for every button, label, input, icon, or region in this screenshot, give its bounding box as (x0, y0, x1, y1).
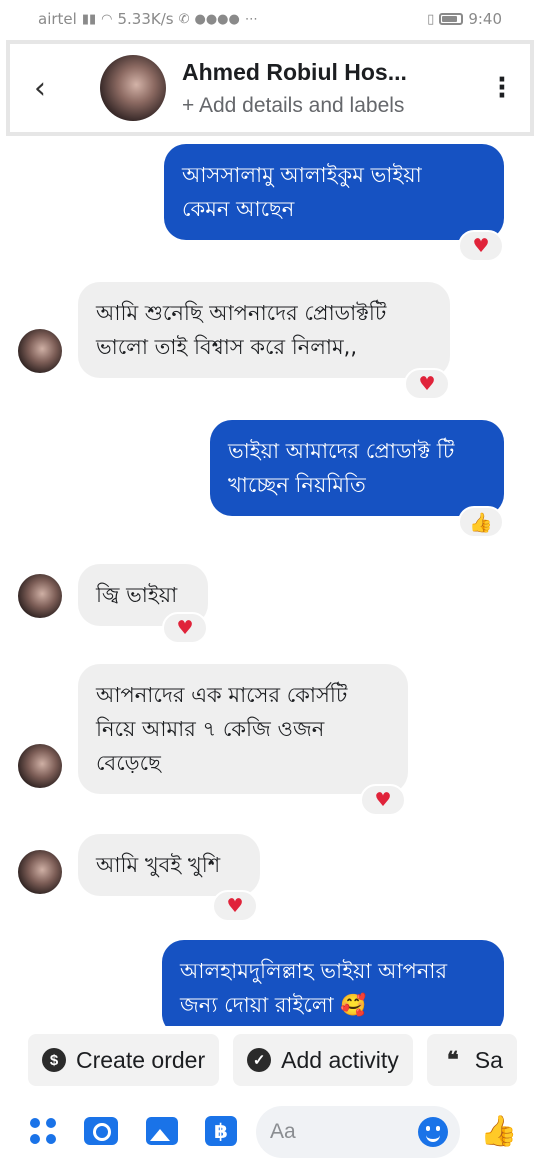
reaction-badge[interactable]: ♥ (162, 612, 208, 644)
status-left: airtel ▮▮ ◠ 5.33K/s ✆ ●●●● ⋯ (38, 10, 258, 28)
heart-icon: ♥ (176, 617, 194, 639)
network-speed: 5.33K/s (117, 10, 174, 28)
vibrate-icon: ▯ (427, 11, 435, 27)
thumbs-up-icon: 👍 (469, 511, 493, 534)
message-line: আপনাদের এক মাসের কোর্সটি (96, 683, 348, 707)
action-chips: $ Create order ✓ Add activity ❝ Sa (0, 1030, 540, 1090)
chat-bubbles-icon: ❝ (446, 1047, 459, 1072)
status-time: 9:40 (468, 10, 502, 28)
message-incoming[interactable]: আমি শুনেছি আপনাদের প্রোডাক্টটি ভালো তাই … (78, 282, 450, 378)
emoji-icon[interactable] (418, 1117, 448, 1147)
message-bubble[interactable]: ভাইয়া আমাদের প্রোডাক্ট টি খাচ্ছেন নিয়ম… (210, 420, 504, 516)
message-line: কেমন আছেন (182, 197, 295, 221)
message-input[interactable]: Aa (256, 1106, 460, 1158)
message-line: জ্বি ভাইয়া (96, 583, 178, 607)
thumbs-up-icon: 👍 (480, 1113, 518, 1149)
reaction-badge[interactable]: ♥ (458, 230, 504, 262)
reaction-badge[interactable]: ♥ (404, 368, 450, 400)
image-icon (146, 1117, 178, 1145)
sender-avatar[interactable] (18, 329, 62, 373)
more-vertical-icon: · · · (497, 65, 507, 111)
add-details-link[interactable]: + Add details and labels (182, 94, 407, 118)
more-options-button[interactable]: · · · (496, 67, 508, 109)
message-list[interactable]: আসসালামু আলাইকুম ভাইয়া কেমন আছেন ♥ আমি … (0, 136, 540, 1026)
reaction-badge[interactable]: ♥ (360, 784, 406, 816)
heart-icon: ♥ (472, 235, 490, 257)
message-line: আমি খুবই খুশি (96, 853, 221, 877)
message-line: আসসালামু আলাইকুম ভাইয়া (182, 163, 422, 187)
message-line: ভালো তাই বিশ্বাস করে নিলাম,, (96, 335, 358, 359)
message-line: বেড়েছে (96, 751, 161, 775)
wifi-icon: ◠ (101, 11, 113, 27)
notification-icons: ●●●● (194, 11, 240, 27)
contact-name: Ahmed Robiul Hos... (182, 58, 407, 85)
message-bubble[interactable]: আসসালামু আলাইকুম ভাইয়া কেমন আছেন (164, 144, 504, 240)
back-button[interactable]: ‹ (10, 44, 70, 132)
message-outgoing[interactable]: আলহামদুলিল্লাহ ভাইয়া আপনার জন্য দোয়া র… (162, 940, 504, 1026)
create-order-label: Create order (76, 1046, 206, 1073)
contact-info[interactable]: Ahmed Robiul Hos... + Add details and la… (182, 59, 407, 118)
message-line: ভাইয়া আমাদের প্রোডাক্ট টি (228, 439, 455, 463)
create-order-button[interactable]: $ Create order (28, 1034, 220, 1086)
camera-button[interactable] (84, 1114, 118, 1148)
like-button[interactable]: 👍 (480, 1113, 518, 1149)
chat-header: ‹ Ahmed Robiul Hos... + Add details and … (6, 40, 534, 136)
message-line: আলহামদুলিল্লাহ ভাইয়া আপনার (180, 959, 448, 983)
message-line: খাচ্ছেন নিয়মিতি (228, 473, 366, 497)
reaction-badge[interactable]: 👍 (458, 506, 504, 538)
save-reply-button[interactable]: ❝ Sa (426, 1034, 517, 1086)
message-line: জন্য দোয়া রাইলো 🥰 (180, 993, 367, 1017)
sender-avatar[interactable] (18, 574, 62, 618)
message-bubble[interactable]: আলহামদুলিল্লাহ ভাইয়া আপনার জন্য দোয়া র… (162, 940, 504, 1026)
camera-icon (84, 1117, 118, 1145)
message-bubble[interactable]: আপনাদের এক মাসের কোর্সটি নিয়ে আমার ৭ কে… (78, 664, 408, 794)
message-composer: ฿ Aa 👍 (0, 1100, 540, 1164)
check-circle-icon: ✓ (247, 1048, 272, 1072)
message-incoming[interactable]: আপনাদের এক মাসের কোর্সটি নিয়ে আমার ৭ কে… (78, 664, 408, 794)
save-reply-label: Sa (474, 1046, 503, 1073)
message-line: নিয়ে আমার ৭ কেজি ওজন (96, 717, 325, 741)
dollar-icon: $ (42, 1048, 66, 1072)
chevron-left-icon: ‹ (34, 70, 46, 106)
heart-icon: ♥ (374, 789, 392, 811)
reaction-badge[interactable]: ♥ (212, 890, 258, 922)
message-bubble[interactable]: আমি শুনেছি আপনাদের প্রোডাক্টটি ভালো তাই … (78, 282, 450, 378)
message-line: আমি শুনেছি আপনাদের প্রোডাক্টটি (96, 301, 387, 325)
status-right: ▯ 9:40 (427, 10, 502, 28)
add-activity-label: Add activity (281, 1046, 399, 1073)
contact-avatar[interactable] (100, 55, 166, 121)
message-incoming[interactable]: আমি খুবই খুশি (78, 834, 260, 896)
gallery-button[interactable] (145, 1114, 179, 1148)
payment-icon: ฿ (205, 1116, 237, 1146)
message-placeholder: Aa (270, 1120, 296, 1143)
call-icon: ✆ (178, 11, 190, 27)
add-activity-button[interactable]: ✓ Add activity (233, 1034, 413, 1086)
more-notifications-icon: ⋯ (244, 11, 258, 27)
message-bubble[interactable]: আমি খুবই খুশি (78, 834, 260, 896)
payment-button[interactable]: ฿ (204, 1114, 238, 1148)
apps-grid-icon (30, 1118, 56, 1144)
status-bar: airtel ▮▮ ◠ 5.33K/s ✆ ●●●● ⋯ ▯ 9:40 (0, 0, 540, 38)
heart-icon: ♥ (226, 895, 244, 917)
sender-avatar[interactable] (18, 850, 62, 894)
more-actions-button[interactable] (26, 1114, 60, 1148)
battery-icon (439, 13, 464, 25)
signal-icon: ▮▮ (81, 11, 97, 27)
message-outgoing[interactable]: ভাইয়া আমাদের প্রোডাক্ট টি খাচ্ছেন নিয়ম… (210, 420, 504, 516)
message-outgoing[interactable]: আসসালামু আলাইকুম ভাইয়া কেমন আছেন (164, 144, 504, 240)
carrier-label: airtel (38, 10, 77, 28)
heart-icon: ♥ (418, 373, 436, 395)
sender-avatar[interactable] (18, 744, 62, 788)
